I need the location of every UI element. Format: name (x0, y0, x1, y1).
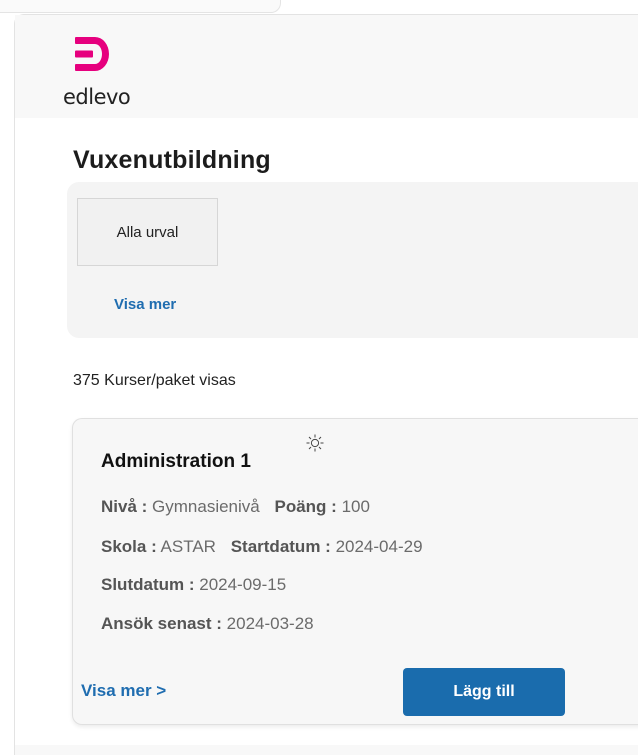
main-content: Vuxenutbildning Alla urval Visa mer 375 … (15, 118, 638, 745)
slutdatum-label: Slutdatum : (101, 575, 195, 594)
slutdatum-value: 2024-09-15 (199, 575, 287, 594)
poang-value: 100 (341, 497, 370, 516)
tab-edge (0, 0, 281, 13)
result-count: 375 Kurser/paket visas (73, 372, 236, 389)
add-course-button[interactable]: Lägg till (403, 668, 565, 716)
course-title: Administration 1 (101, 451, 251, 472)
ansok-label: Ansök senast : (101, 614, 222, 633)
niva-label: Nivå : (101, 497, 148, 516)
edlevo-logo-mark-icon (75, 37, 109, 71)
logo-text: edlevo (63, 85, 131, 109)
browser-top-strip (0, 0, 638, 14)
header: edlevo (15, 15, 638, 118)
poang-label: Poäng : (274, 497, 337, 516)
skola-label: Skola : (101, 537, 157, 556)
filter-panel: Alla urval Visa mer (67, 182, 638, 338)
course-card: Administration 1 Nivå : Gymnasienivå Poä… (72, 418, 638, 725)
course-row-school-start: Skola : ASTAR Startdatum : 2024-04-29 (101, 537, 423, 557)
filter-show-more-link[interactable]: Visa mer (114, 296, 176, 313)
skola-value: ASTAR (160, 537, 216, 556)
sun-icon (306, 434, 324, 452)
edlevo-logo[interactable]: edlevo (63, 37, 133, 117)
niva-value: Gymnasienivå (152, 497, 260, 516)
filter-chip-all[interactable]: Alla urval (77, 198, 218, 266)
course-row-apply: Ansök senast : 2024-03-28 (101, 614, 314, 634)
ansok-value: 2024-03-28 (226, 614, 314, 633)
course-row-end: Slutdatum : 2024-09-15 (101, 575, 286, 595)
course-row-level-points: Nivå : Gymnasienivå Poäng : 100 (101, 497, 370, 517)
page-title: Vuxenutbildning (73, 146, 271, 174)
startdatum-value: 2024-04-29 (335, 537, 423, 556)
course-show-more-link[interactable]: Visa mer > (81, 681, 166, 701)
startdatum-label: Startdatum : (230, 537, 331, 556)
